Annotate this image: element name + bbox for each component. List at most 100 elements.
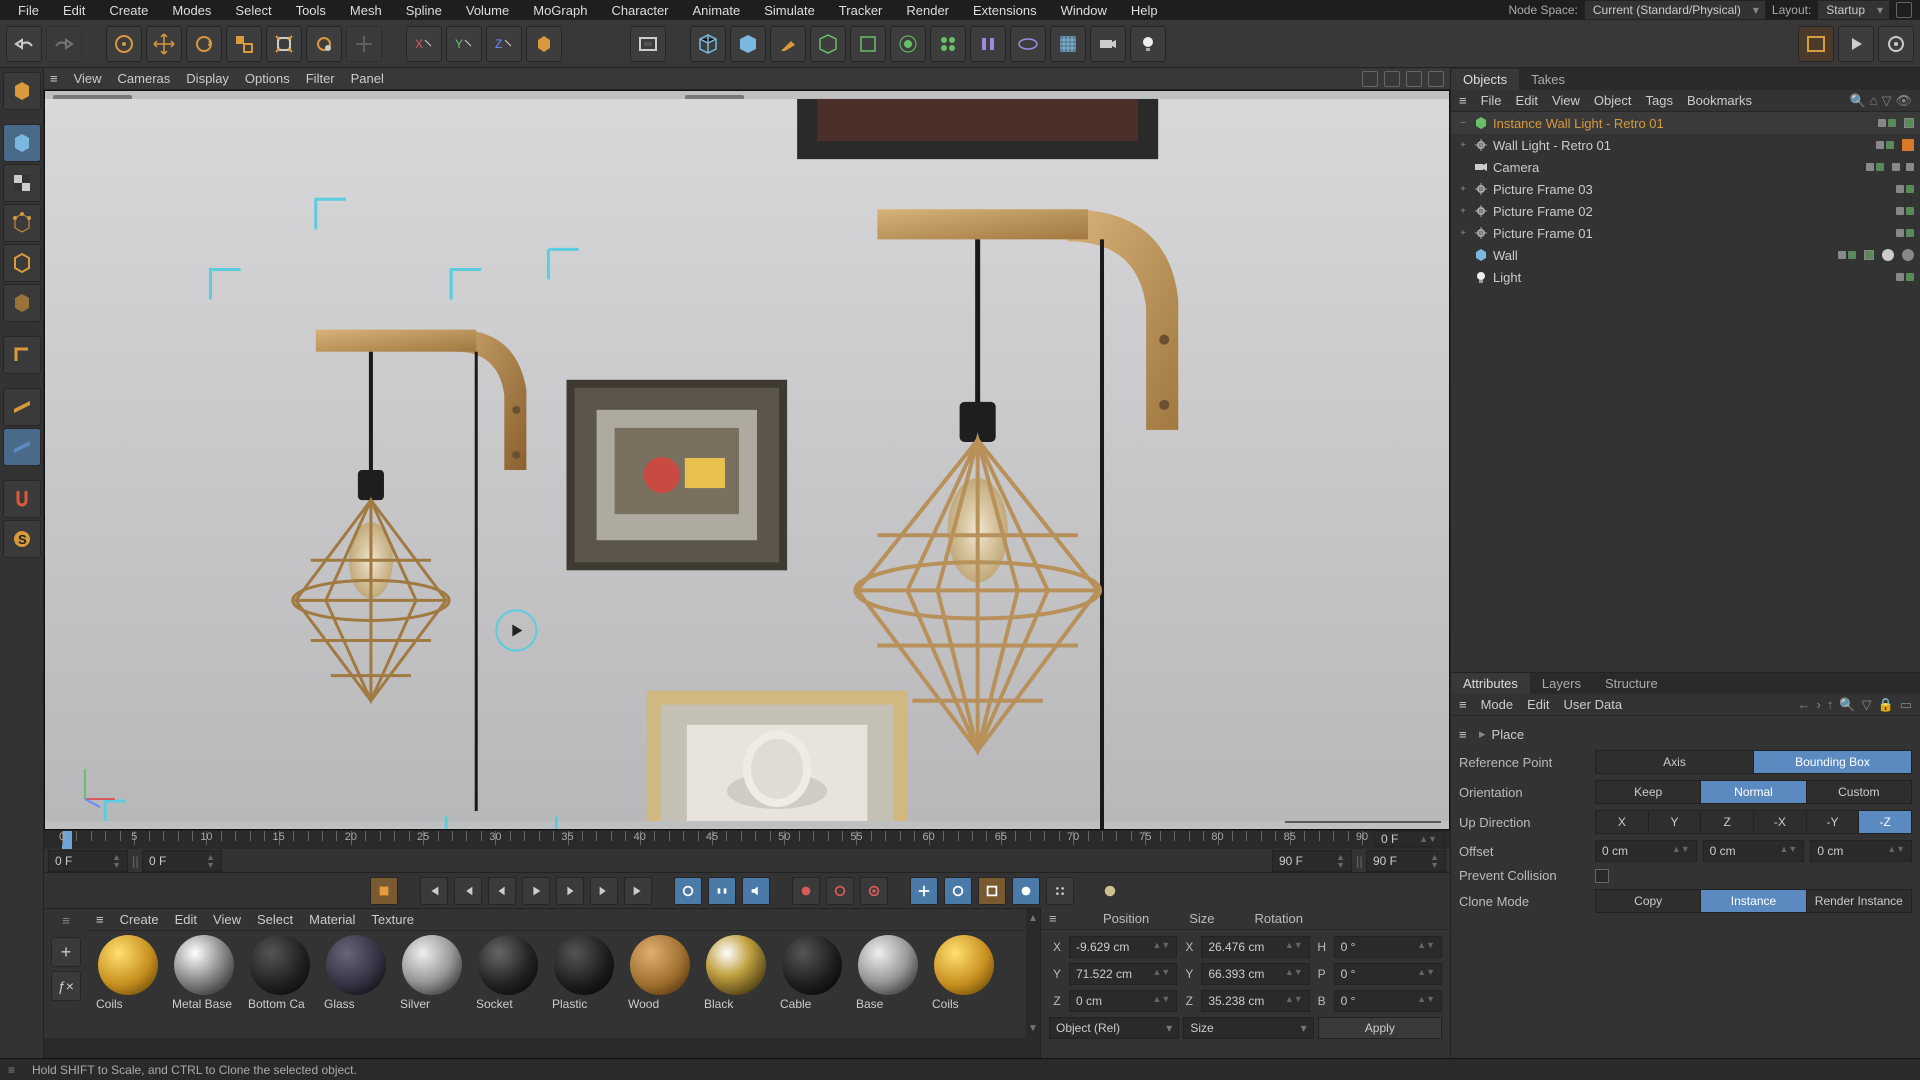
pos-y-field[interactable]: 71.522 cm▲▼: [1069, 963, 1177, 985]
home-icon[interactable]: ⌂: [1870, 93, 1878, 109]
attrtab-attributes[interactable]: Attributes: [1451, 673, 1530, 694]
timeline-ruler[interactable]: 0510152025303540455055606570758085900 F▲…: [44, 831, 1450, 849]
seg-ref-axis[interactable]: Axis: [1595, 750, 1754, 774]
texture-mode[interactable]: [3, 164, 41, 202]
prev-frame-button[interactable]: [488, 877, 516, 905]
seg-ref-bounding-box[interactable]: Bounding Box: [1754, 750, 1912, 774]
rot-key-toggle[interactable]: [944, 877, 972, 905]
viewport-solo-on[interactable]: [3, 428, 41, 466]
rot-h-field[interactable]: 0 °▲▼: [1334, 936, 1442, 958]
dynamic-place-tool[interactable]: [306, 26, 342, 62]
material-scrollbar[interactable]: ▲▼: [1026, 909, 1040, 1038]
seg-up-y[interactable]: Y: [1649, 810, 1702, 834]
search-icon[interactable]: 🔍: [1839, 697, 1855, 713]
field-button[interactable]: [890, 26, 926, 62]
material-9[interactable]: Cable: [776, 935, 848, 1034]
menu-help[interactable]: Help: [1121, 1, 1168, 20]
tree-item-7[interactable]: Light: [1451, 266, 1920, 288]
size-x-field[interactable]: 26.476 cm▲▼: [1201, 936, 1309, 958]
scatter-tool[interactable]: [346, 26, 382, 62]
axis-y-toggle[interactable]: Y: [446, 26, 482, 62]
layout-settings-icon[interactable]: [1896, 2, 1912, 18]
loop-toggle[interactable]: [674, 877, 702, 905]
offset-x-field[interactable]: 0 cm▲▼: [1595, 840, 1697, 862]
objmenu-view[interactable]: View: [1552, 93, 1580, 108]
spline-pen-tool[interactable]: [770, 26, 806, 62]
menu-character[interactable]: Character: [601, 1, 678, 20]
viewmenu-display[interactable]: Display: [186, 71, 229, 86]
keyframe-button[interactable]: [826, 877, 854, 905]
tree-item-0[interactable]: −Instance Wall Light - Retro 01: [1451, 112, 1920, 134]
tree-item-1[interactable]: +Wall Light - Retro 01: [1451, 134, 1920, 156]
object-tree[interactable]: −Instance Wall Light - Retro 01+Wall Lig…: [1451, 112, 1920, 342]
seg-clone-copy[interactable]: Copy: [1595, 889, 1701, 913]
seg-orient-custom[interactable]: Custom: [1807, 780, 1912, 804]
workplane-toggle[interactable]: S: [3, 520, 41, 558]
seg-orient-normal[interactable]: Normal: [1701, 780, 1806, 804]
start-frame-field[interactable]: 0 F▲▼: [48, 850, 128, 872]
object-mode[interactable]: [3, 124, 41, 162]
seg-up--y[interactable]: -Y: [1807, 810, 1860, 834]
pos-key-toggle[interactable]: [910, 877, 938, 905]
objmenu-object[interactable]: Object: [1594, 93, 1632, 108]
move-tool[interactable]: [146, 26, 182, 62]
matmenu-create[interactable]: Create: [120, 912, 159, 927]
axis-x-toggle[interactable]: X: [406, 26, 442, 62]
new-icon[interactable]: ▭: [1900, 697, 1912, 713]
view-icon-2[interactable]: [1384, 71, 1400, 87]
render-settings-button[interactable]: [1798, 26, 1834, 62]
seg-clone-render-instance[interactable]: Render Instance: [1807, 889, 1912, 913]
menu-animate[interactable]: Animate: [683, 1, 751, 20]
objmenu-≡[interactable]: ≡: [1459, 93, 1467, 108]
viewport[interactable]: Perspective Camera Grid Spacing : 5000 c…: [44, 90, 1450, 830]
material-3[interactable]: Glass: [320, 935, 392, 1034]
camera-button[interactable]: [1090, 26, 1126, 62]
attrmenu-user data[interactable]: User Data: [1564, 697, 1623, 712]
menu-mograph[interactable]: MoGraph: [523, 1, 597, 20]
enable-axis[interactable]: [3, 336, 41, 374]
material-8[interactable]: Black: [700, 935, 772, 1034]
size-y-field[interactable]: 66.393 cm▲▼: [1201, 963, 1309, 985]
current-frame-field[interactable]: 0 F▲▼: [1374, 831, 1444, 847]
tab-takes[interactable]: Takes: [1519, 69, 1577, 90]
material-5[interactable]: Socket: [472, 935, 544, 1034]
offset-z-field[interactable]: 0 cm▲▼: [1810, 840, 1912, 862]
model-mode[interactable]: [3, 72, 41, 110]
menu-window[interactable]: Window: [1051, 1, 1117, 20]
menu-volume[interactable]: Volume: [456, 1, 519, 20]
material-0[interactable]: Coils: [92, 935, 164, 1034]
tree-item-2[interactable]: Camera: [1451, 156, 1920, 178]
viewmenu-filter[interactable]: Filter: [306, 71, 335, 86]
material-6[interactable]: Plastic: [548, 935, 620, 1034]
menu-extensions[interactable]: Extensions: [963, 1, 1047, 20]
viewmenu-panel[interactable]: Panel: [351, 71, 384, 86]
material-2[interactable]: Bottom Ca: [244, 935, 316, 1034]
simulate-button[interactable]: [1010, 26, 1046, 62]
generator-button[interactable]: [810, 26, 846, 62]
view-icon-1[interactable]: [1362, 71, 1378, 87]
tab-objects[interactable]: Objects: [1451, 69, 1519, 90]
points-mode[interactable]: [3, 204, 41, 242]
seg-up--z[interactable]: -Z: [1859, 810, 1912, 834]
tree-item-3[interactable]: +Picture Frame 03: [1451, 178, 1920, 200]
seg-orient-keep[interactable]: Keep: [1595, 780, 1701, 804]
light-button[interactable]: [1130, 26, 1166, 62]
volume-button[interactable]: [970, 26, 1006, 62]
render-edit-button[interactable]: [1878, 26, 1914, 62]
menu-simulate[interactable]: Simulate: [754, 1, 825, 20]
menu-file[interactable]: File: [8, 1, 49, 20]
viewport-solo-off[interactable]: [3, 388, 41, 426]
attrtab-structure[interactable]: Structure: [1593, 673, 1670, 694]
menu-select[interactable]: Select: [225, 1, 281, 20]
tree-item-6[interactable]: Wall: [1451, 244, 1920, 266]
keyframe-sel-button[interactable]: [860, 877, 888, 905]
key-interpolation-button[interactable]: [1096, 877, 1124, 905]
matmenu-material[interactable]: Material: [309, 912, 355, 927]
up-icon[interactable]: ↑: [1827, 697, 1834, 713]
viewmenu-≡[interactable]: ≡: [50, 71, 58, 86]
next-frame-button[interactable]: [556, 877, 584, 905]
offset-y-field[interactable]: 0 cm▲▼: [1703, 840, 1805, 862]
deformer-button[interactable]: [850, 26, 886, 62]
next-key-button[interactable]: [590, 877, 618, 905]
goto-start-button[interactable]: [420, 877, 448, 905]
